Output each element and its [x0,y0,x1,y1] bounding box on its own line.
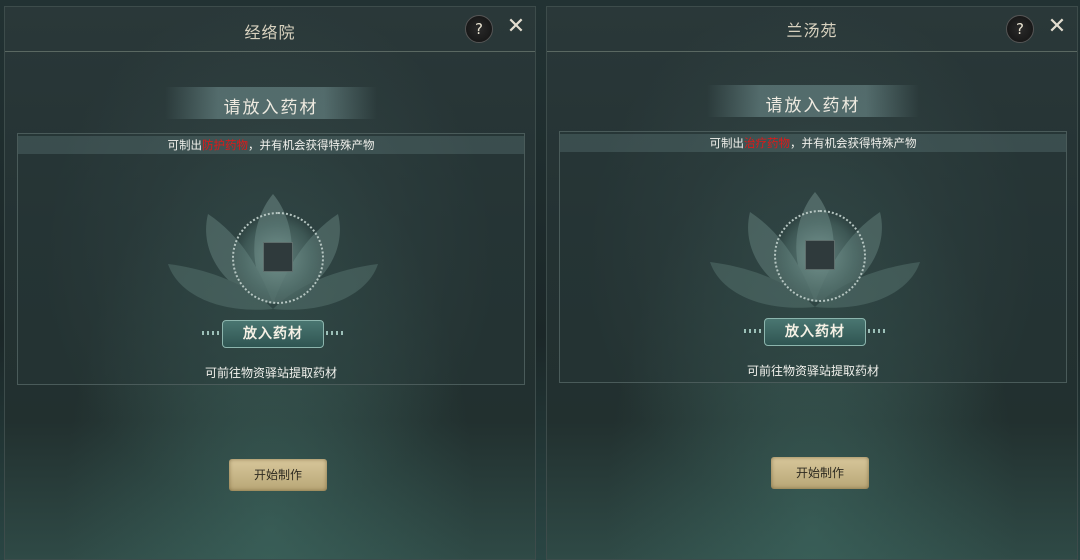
hint-product-type: 防护药物 [202,138,248,152]
panel-titlebar: 经络院 ? ✕ [5,7,535,52]
hint-prefix: 可制出 [167,138,203,152]
crafting-panel-lantangyuan: 兰汤苑 ? ✕ 请放入药材 可制出治疗药物，并有机会获得特殊产物 放入药材 可前… [546,6,1078,560]
material-area: 可制出防护药物，并有机会获得特殊产物 放入药材 可前往物资驿站提取药材 [17,133,525,385]
hint-suffix: ，并有机会获得特殊产物 [248,138,375,152]
panel-title: 经络院 [244,23,296,42]
product-hint: 可制出防护药物，并有机会获得特殊产物 [18,136,524,154]
help-button[interactable]: ? [1006,15,1034,43]
ornament-dots-left [202,331,220,335]
panel-titlebar: 兰汤苑 ? ✕ [547,7,1077,52]
material-slot[interactable] [805,240,835,270]
material-source-hint: 可前往物资驿站提取药材 [746,364,879,378]
subtitle-text: 请放入药材 [223,98,319,118]
material-source-hint: 可前往物资驿站提取药材 [204,366,337,380]
subtitle-banner: 请放入药材 [707,85,919,117]
material-slot[interactable] [263,242,293,272]
crafting-panel-jingluoyuan: 经络院 ? ✕ 请放入药材 可制出防护药物，并有机会获得特殊产物 放入药材 可前… [4,6,536,560]
material-area: 可制出治疗药物，并有机会获得特殊产物 放入药材 可前往物资驿站提取药材 [559,131,1067,383]
put-material-button[interactable]: 放入药材 [764,318,866,346]
start-crafting-button[interactable]: 开始制作 [771,457,869,489]
ornament-dots-right [326,331,344,335]
ornament-dots-left [744,329,762,333]
ornament-dots-right [868,329,886,333]
subtitle-banner: 请放入药材 [165,87,377,119]
close-button[interactable]: ✕ [503,14,529,40]
game-screen: 经络院 ? ✕ 请放入药材 可制出防护药物，并有机会获得特殊产物 放入药材 可前… [0,0,1080,560]
close-button[interactable]: ✕ [1044,14,1070,40]
put-material-button[interactable]: 放入药材 [222,320,324,348]
help-button[interactable]: ? [465,15,493,43]
product-hint: 可制出治疗药物，并有机会获得特殊产物 [560,134,1066,152]
hint-suffix: ，并有机会获得特殊产物 [790,136,917,150]
panel-title: 兰汤苑 [786,21,838,40]
material-slot-ring [774,210,866,302]
material-slot-ring [232,212,324,304]
hint-product-type: 治疗药物 [744,136,790,150]
start-crafting-button[interactable]: 开始制作 [229,459,327,491]
subtitle-text: 请放入药材 [765,96,861,116]
hint-prefix: 可制出 [709,136,745,150]
